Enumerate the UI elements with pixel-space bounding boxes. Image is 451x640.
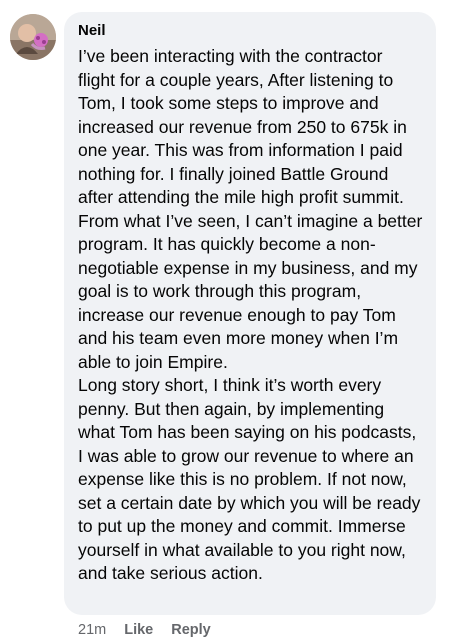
comment-actions: 21m Like Reply	[78, 620, 211, 640]
comment-text: I’ve been interacting with the contracto…	[78, 45, 424, 586]
reply-button[interactable]: Reply	[171, 620, 211, 640]
comment-paragraph: I’ve been interacting with the contracto…	[78, 46, 423, 372]
comment-bubble: Neil I’ve been interacting with the cont…	[64, 12, 436, 615]
comment-timestamp[interactable]: 21m	[78, 620, 106, 640]
comment-author[interactable]: Neil	[78, 21, 424, 41]
avatar[interactable]	[10, 14, 56, 60]
profile-photo-icon	[10, 14, 56, 60]
comment-paragraph: Long story short, I think it’s worth eve…	[78, 375, 421, 583]
like-button[interactable]: Like	[124, 620, 153, 640]
